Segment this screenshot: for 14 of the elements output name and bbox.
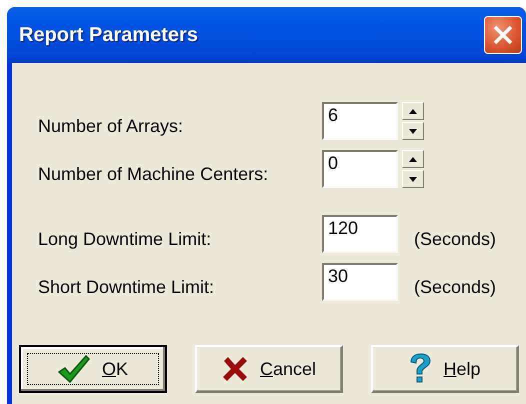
cancel-button[interactable]: Cancel [195,345,343,393]
field-label: Short Downtime Limit: [38,276,216,298]
window-title: Report Parameters [19,24,198,46]
input-field[interactable]: 30 [322,263,398,301]
unit-label: (Seconds) [414,276,496,298]
input-field[interactable]: 6 [322,102,398,140]
help-button[interactable]: Help [371,345,519,393]
field-label: Number of Machine Centers: [38,162,270,184]
input-field[interactable]: 0 [322,150,398,188]
unit-label: (Seconds) [414,228,496,250]
field-label: Long Downtime Limit: [38,228,212,250]
ok-button[interactable]: OK [19,345,167,393]
field-label: Number of Arrays: [38,114,184,136]
input-field[interactable]: 120 [322,215,398,253]
